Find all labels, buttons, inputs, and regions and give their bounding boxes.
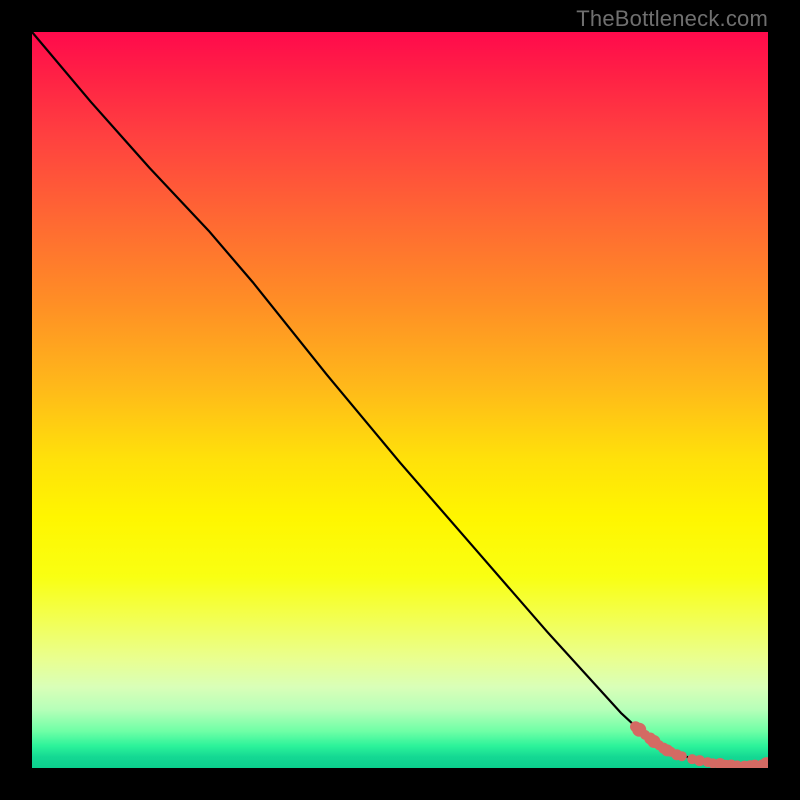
plot-area: [32, 32, 768, 768]
chart-overlay: [32, 32, 768, 768]
data-markers: [630, 721, 768, 768]
bottleneck-curve: [32, 32, 768, 765]
watermark-text: TheBottleneck.com: [576, 6, 768, 32]
data-point: [760, 757, 768, 768]
data-point: [677, 751, 687, 761]
chart-stage: TheBottleneck.com: [0, 0, 800, 800]
